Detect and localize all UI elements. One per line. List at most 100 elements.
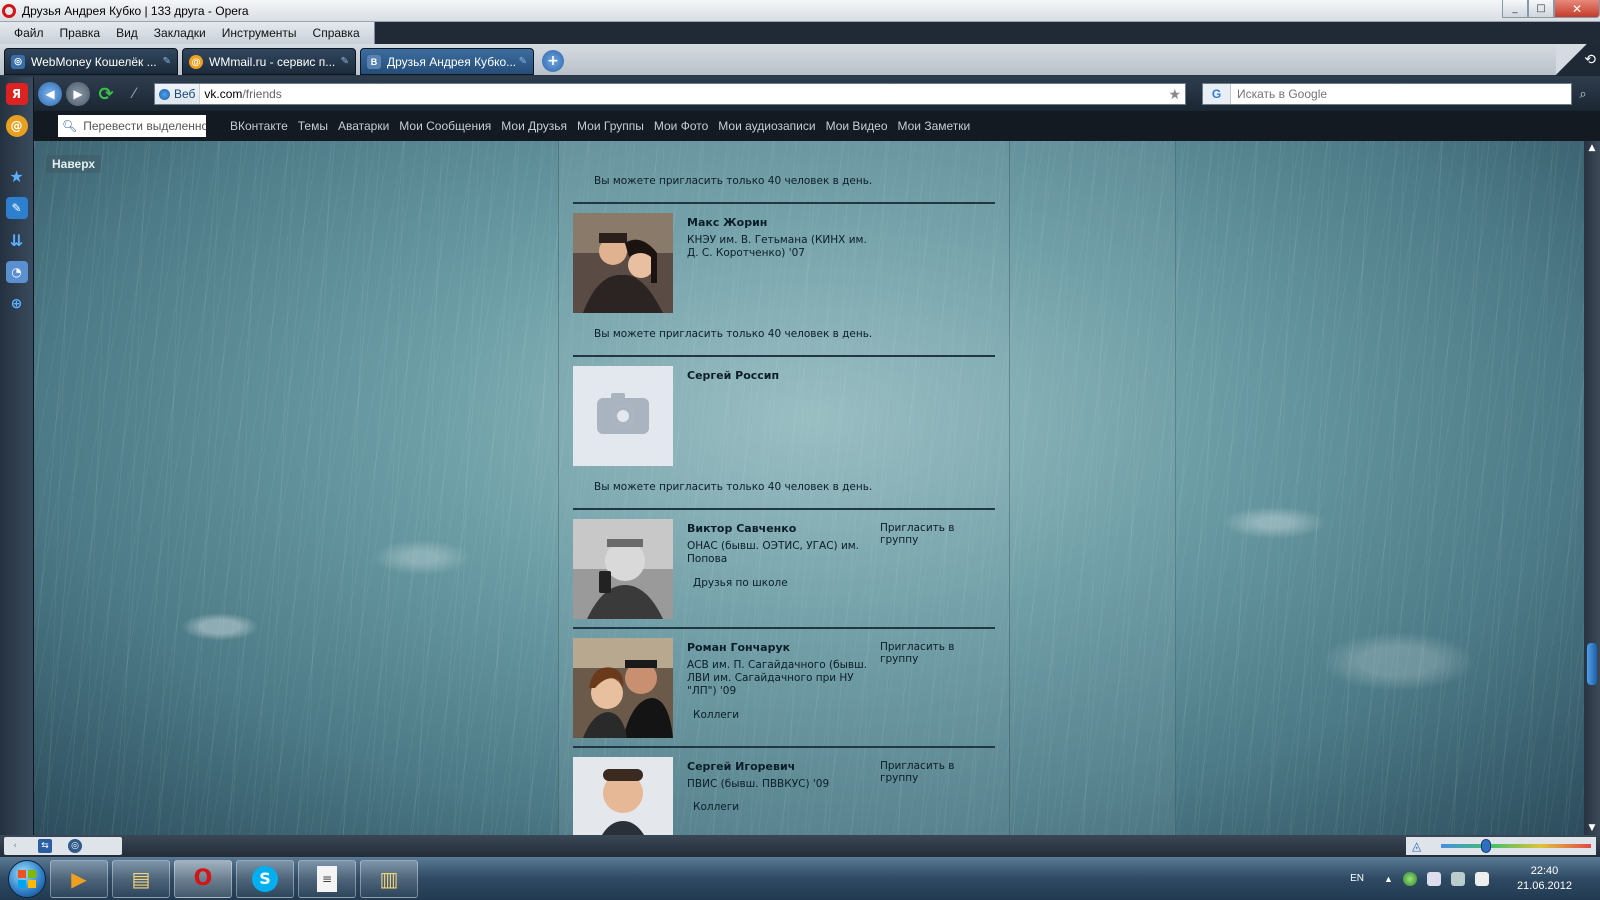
invite-to-group-link[interactable]: Пригласить в группу: [880, 641, 995, 665]
scrollbar-thumb[interactable]: [1587, 643, 1597, 685]
menu-view[interactable]: Вид: [108, 26, 146, 40]
zoom-slider[interactable]: [1441, 839, 1592, 853]
tab-close-icon[interactable]: ✎: [163, 56, 171, 67]
menu-help[interactable]: Справка: [305, 26, 368, 40]
unite-icon[interactable]: ◎: [68, 839, 82, 853]
menu-file[interactable]: Файл: [6, 26, 52, 40]
web-badge[interactable]: Веб: [155, 84, 201, 104]
start-button[interactable]: [8, 859, 46, 898]
friend-photo[interactable]: [573, 213, 673, 313]
friend-photo[interactable]: [573, 638, 673, 738]
language-indicator[interactable]: EN: [1350, 873, 1364, 884]
friend-name[interactable]: Макс Жорин: [687, 216, 767, 229]
friend-name[interactable]: Виктор Савченко: [687, 522, 796, 535]
friend-photo[interactable]: [573, 519, 673, 619]
tab-close-icon[interactable]: ✎: [519, 56, 527, 67]
friend-name[interactable]: Сергей Россип: [687, 369, 779, 382]
downloads-icon[interactable]: ⇊: [6, 229, 28, 251]
tab-wmmail[interactable]: @ WMmail.ru - сервис п... ✎: [182, 48, 356, 75]
search-input[interactable]: [1231, 87, 1571, 101]
invite-limit-note: Вы можете пригласить только 40 человек в…: [594, 175, 873, 187]
bookmark-themes[interactable]: Темы: [298, 119, 328, 133]
new-tab-button[interactable]: +: [542, 50, 564, 72]
magnifier-icon: 🔍︎: [62, 119, 78, 133]
divider: [573, 202, 995, 204]
url-field[interactable]: Веб vk.com/friends ★: [154, 83, 1186, 105]
folder-icon[interactable]: ▥: [360, 859, 418, 898]
mail-icon[interactable]: @: [5, 115, 28, 137]
friend-photo[interactable]: [573, 757, 673, 835]
bookmark-audio[interactable]: Мои аудиозаписи: [718, 119, 815, 133]
clock[interactable]: 22:40 21.06.2012: [1517, 864, 1572, 894]
personal-bar: 🔍︎ Перевести выделенное ВКонтакте Темы А…: [34, 111, 1600, 141]
invite-limit-note: Вы можете пригласить только 40 человек в…: [594, 481, 873, 493]
bookmark-star-icon[interactable]: ★: [1168, 86, 1181, 103]
bookmark-avatars[interactable]: Аватарки: [338, 119, 389, 133]
bookmark-messages[interactable]: Мои Сообщения: [399, 119, 491, 133]
menu-bookmarks[interactable]: Закладки: [146, 26, 214, 40]
friend-name[interactable]: Роман Гончарук: [687, 641, 790, 654]
closed-tabs-icon[interactable]: ⟲: [1556, 44, 1600, 76]
google-icon[interactable]: G: [1203, 84, 1231, 104]
friend-name[interactable]: Сергей Игоревич: [687, 760, 795, 773]
search-box[interactable]: G: [1202, 83, 1572, 105]
menu-tools[interactable]: Инструменты: [214, 26, 305, 40]
tab-webmoney[interactable]: ◎ WebMoney Кошелёк ... ✎: [4, 48, 178, 75]
vk-icon: B: [367, 54, 381, 69]
reload-button[interactable]: ⟳: [94, 82, 118, 106]
friend-group-label[interactable]: Друзья по школе: [693, 577, 788, 589]
yandex-icon[interactable]: Я: [5, 83, 28, 105]
windows-taskbar: ▶ ▤ O S ≡ ▥ EN ▲ 22:40 21.06.2012: [0, 857, 1600, 900]
friend-group-label[interactable]: Коллеги: [693, 709, 739, 721]
translate-field[interactable]: 🔍︎ Перевести выделенное: [58, 115, 206, 137]
search-icon[interactable]: ⌕: [1572, 83, 1594, 105]
show-hidden-icons-icon[interactable]: ▲: [1384, 874, 1393, 884]
minimize-button[interactable]: _: [1502, 0, 1528, 18]
wand-icon[interactable]: ⁄: [122, 82, 146, 106]
tab-title: Друзья Андрея Кубко...: [387, 54, 515, 69]
tab-close-icon[interactable]: ✎: [341, 56, 349, 67]
bookmark-groups[interactable]: Мои Группы: [577, 119, 644, 133]
invite-to-group-link[interactable]: Пригласить в группу: [880, 760, 995, 784]
tab-vk-friends[interactable]: B Друзья Андрея Кубко... ✎: [360, 48, 534, 75]
explorer-folder-icon[interactable]: ▤: [112, 859, 170, 898]
forward-button[interactable]: ▶: [66, 82, 90, 106]
friend-row: Сергей Россип: [573, 366, 995, 496]
invite-to-group-link[interactable]: Пригласить в группу: [880, 522, 995, 546]
turbo-icon[interactable]: ⇆: [38, 839, 52, 853]
network-globe-icon[interactable]: [1402, 871, 1417, 886]
bookmarks-star-icon[interactable]: ★: [6, 165, 28, 187]
maximize-button[interactable]: □: [1528, 0, 1554, 18]
skype-icon[interactable]: S: [236, 859, 294, 898]
add-panel-icon[interactable]: ⊕: [6, 293, 28, 315]
bookmark-video[interactable]: Мои Видео: [826, 119, 888, 133]
globe-icon: [159, 88, 170, 100]
view-icon[interactable]: ◬: [1412, 839, 1421, 853]
bookmark-vkontakte[interactable]: ВКонтакте: [230, 119, 288, 133]
friend-photo-placeholder[interactable]: [573, 366, 673, 466]
menu-edit[interactable]: Правка: [52, 26, 109, 40]
bookmark-notes[interactable]: Мои Заметки: [898, 119, 971, 133]
url-path: /friends: [242, 87, 282, 101]
zoom-slider-knob[interactable]: [1481, 839, 1492, 853]
bookmark-photos[interactable]: Мои Фото: [654, 119, 708, 133]
usb-icon[interactable]: [1426, 871, 1441, 886]
bookmark-friends[interactable]: Мои Друзья: [501, 119, 567, 133]
panel-toggle-icon[interactable]: ‹: [8, 839, 22, 853]
notes-icon[interactable]: ✎: [5, 197, 28, 219]
back-to-top-link[interactable]: Наверх: [46, 155, 102, 173]
history-icon[interactable]: ◔: [5, 261, 28, 283]
media-player-icon[interactable]: ▶: [50, 859, 108, 898]
back-button[interactable]: ◀: [38, 82, 62, 106]
notepad-icon[interactable]: ≡: [298, 859, 356, 898]
translate-placeholder: Перевести выделенное: [83, 119, 206, 133]
scroll-down-arrow-icon[interactable]: ▼: [1584, 821, 1600, 835]
vertical-scrollbar[interactable]: ▲ ▼: [1584, 141, 1600, 835]
web-badge-label: Веб: [174, 87, 196, 101]
network-icon[interactable]: [1450, 871, 1465, 886]
volume-muted-icon[interactable]: [1474, 871, 1489, 886]
friend-group-label[interactable]: Коллеги: [693, 801, 739, 813]
opera-icon[interactable]: O: [174, 859, 232, 898]
scroll-up-arrow-icon[interactable]: ▲: [1584, 141, 1600, 155]
close-button[interactable]: ✕: [1554, 0, 1600, 18]
